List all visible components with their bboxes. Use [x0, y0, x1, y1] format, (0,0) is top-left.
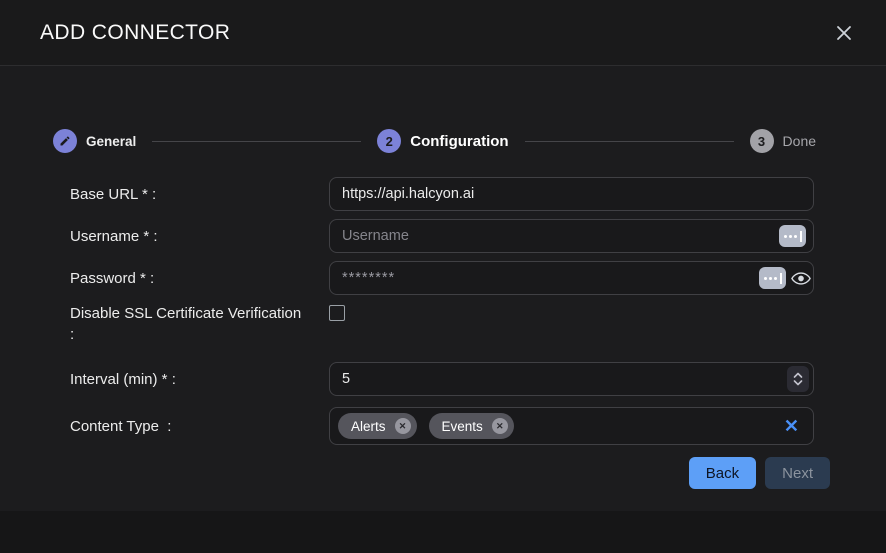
base-url-row: Base URL * : [70, 177, 886, 211]
ssl-field [329, 303, 814, 321]
eye-icon [791, 271, 811, 286]
interval-row: Interval (min) * : [70, 362, 886, 396]
password-assist-button[interactable] [759, 267, 786, 289]
dialog-title: ADD CONNECTOR [40, 21, 230, 45]
ssl-row: Disable SSL Certificate Verification : [70, 303, 886, 345]
interval-stepper[interactable] [787, 366, 809, 392]
add-connector-dialog: ADD CONNECTOR General 2 Configuration [0, 0, 886, 553]
username-assist-button[interactable] [779, 225, 806, 247]
step-1-label: General [86, 134, 136, 149]
remove-tag-button[interactable]: ✕ [492, 418, 508, 434]
ellipsis-icon [784, 235, 787, 238]
connector-form: Base URL * : Username * : [0, 177, 886, 445]
base-url-field [329, 177, 814, 211]
stepper-connector-line [525, 141, 734, 142]
stepper-step-general[interactable]: General [53, 129, 136, 153]
base-url-label: Base URL * : [70, 184, 329, 205]
step-3-label: Done [783, 133, 816, 149]
interval-field [329, 362, 814, 396]
dialog-actions: Back Next [0, 457, 886, 489]
cursor-bar-icon [800, 231, 802, 242]
interval-label: Interval (min) * : [70, 369, 329, 390]
content-type-field: Alerts ✕ Events ✕ ✕ [329, 407, 814, 445]
close-icon [834, 23, 854, 43]
password-field [329, 261, 814, 295]
step-2-circle: 2 [377, 129, 401, 153]
next-button[interactable]: Next [765, 457, 830, 489]
step-2-label: Configuration [410, 133, 508, 150]
password-input[interactable] [329, 261, 814, 295]
username-field [329, 219, 814, 253]
username-row: Username * : [70, 219, 886, 253]
ellipsis-icon [764, 277, 767, 280]
username-label: Username * : [70, 226, 329, 247]
stepper-step-configuration[interactable]: 2 Configuration [377, 129, 508, 153]
stepper-step-done: 3 Done [750, 129, 816, 153]
content-type-row: Content Type : Alerts ✕ Events ✕ ✕ [70, 407, 886, 445]
password-label: Password * : [70, 268, 329, 289]
username-input[interactable] [329, 219, 814, 253]
tag-label: Events [442, 419, 483, 434]
content-type-label: Content Type : [70, 416, 329, 437]
ssl-label: Disable SSL Certificate Verification : [70, 303, 329, 345]
close-button[interactable] [830, 19, 858, 47]
stepper: General 2 Configuration 3 Done [0, 66, 886, 153]
tag-alerts: Alerts ✕ [338, 413, 417, 439]
show-password-button[interactable] [791, 271, 811, 286]
password-row: Password * : [70, 261, 886, 295]
cursor-bar-icon [780, 273, 782, 284]
step-3-circle: 3 [750, 129, 774, 153]
content-type-input[interactable]: Alerts ✕ Events ✕ ✕ [329, 407, 814, 445]
back-button[interactable]: Back [689, 457, 756, 489]
dialog-header: ADD CONNECTOR [0, 0, 886, 66]
clear-tags-button[interactable]: ✕ [784, 417, 799, 435]
pencil-icon [59, 135, 71, 147]
ssl-checkbox[interactable] [329, 305, 345, 321]
remove-tag-button[interactable]: ✕ [395, 418, 411, 434]
step-1-circle [53, 129, 77, 153]
stepper-connector-line [152, 141, 361, 142]
dialog-body: General 2 Configuration 3 Done Base URL … [0, 66, 886, 511]
base-url-input[interactable] [329, 177, 814, 211]
interval-input[interactable] [329, 362, 814, 396]
chevron-up-down-icon [792, 371, 804, 387]
tag-label: Alerts [351, 419, 386, 434]
tag-events: Events ✕ [429, 413, 514, 439]
